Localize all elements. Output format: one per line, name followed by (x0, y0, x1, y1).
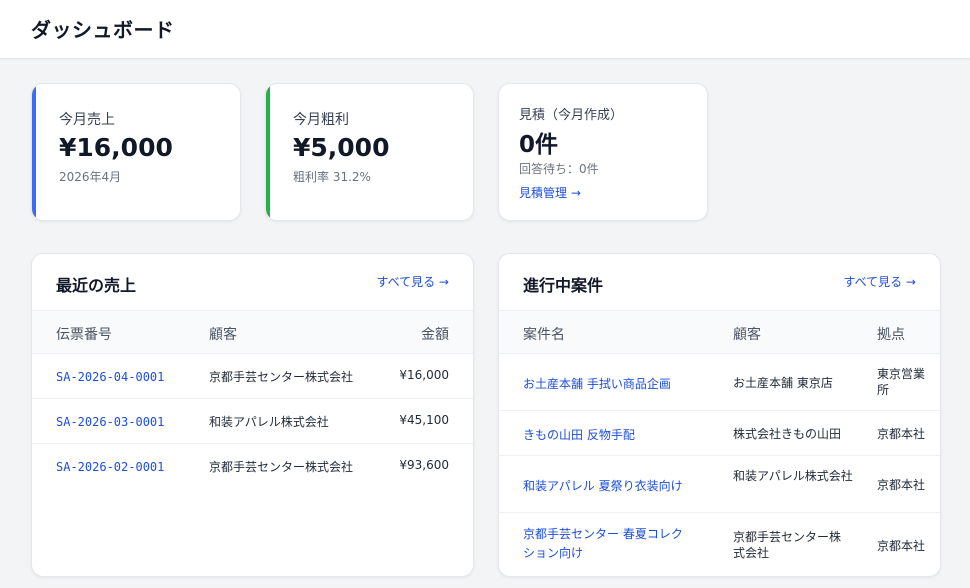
amount-cell: ¥45,100 (399, 413, 449, 427)
view-all-sales-link[interactable]: すべて見る → (376, 273, 449, 290)
panel-title: 進行中案件 (523, 276, 604, 295)
stat-value: ¥16,000 (59, 133, 173, 162)
accent-bar (266, 84, 270, 220)
recent-sales-panel: 最近の売上 すべて見る → 伝票番号 顧客 金額 SA-2026-04-0001… (31, 253, 474, 577)
panel-title: 最近の売上 (56, 276, 137, 295)
customer-cell: 株式会社きもの山田 (733, 427, 842, 441)
table-row: SA-2026-04-0001 京都手芸センター株式会社 ¥16,000 (32, 354, 473, 399)
table-row: SA-2026-03-0001 和装アパレル株式会社 ¥45,100 (32, 399, 473, 444)
stat-value: 0件 (519, 132, 559, 158)
accent-bar (32, 84, 36, 220)
table-row: SA-2026-02-0001 京都手芸センター株式会社 ¥93,600 (32, 444, 473, 489)
base-cell: 京都本社 (877, 427, 926, 441)
page-title: ダッシュボード (31, 18, 175, 42)
table-row: お土産本舗 手拭い商品企画 お土産本舗 東京店 東京営業所 (499, 354, 940, 411)
slip-link[interactable]: SA-2026-02-0001 (56, 460, 164, 474)
column-header-amount: 金額 (421, 327, 449, 343)
top-bar: ダッシュボード (0, 0, 970, 59)
stat-label: 見積（今月作成） (519, 108, 624, 123)
stat-sub: 粗利率 31.2% (293, 170, 371, 184)
quotes-manage-link[interactable]: 見積管理 → (519, 184, 581, 201)
customer-cell: 京都手芸センター株式会社 (733, 530, 842, 560)
base-cell: 京都本社 (877, 478, 926, 492)
stat-label: 今月粗利 (293, 112, 349, 128)
table-row: 京都手芸センター 春夏コレクション向け 京都手芸センター株式会社 京都本社 (499, 513, 940, 576)
column-header-name: 案件名 (523, 327, 565, 343)
view-all-projects-link[interactable]: すべて見る → (843, 273, 916, 290)
customer-cell: お土産本舗 東京店 (733, 376, 833, 390)
base-cell: 東京営業所 (877, 367, 926, 397)
panel-header: 進行中案件 すべて見る → (499, 254, 940, 310)
customer-cell: 京都手芸センター株式会社 (209, 370, 354, 384)
customer-cell: 和装アパレル株式会社 (733, 469, 853, 483)
stat-sub: 2026年4月 (59, 170, 122, 184)
project-link[interactable]: お土産本舗 手拭い商品企画 (523, 375, 713, 393)
project-link[interactable]: 和装アパレル 夏祭り衣装向け (523, 477, 713, 495)
stat-card-quotes: 見積（今月作成） 0件 回答待ち：0件 見積管理 → (498, 83, 708, 221)
amount-cell: ¥93,600 (399, 458, 449, 472)
stat-card-profit: 今月粗利 ¥5,000 粗利率 31.2% (265, 83, 474, 221)
table-header: 案件名 顧客 拠点 (499, 310, 940, 354)
column-header-customer: 顧客 (209, 327, 237, 343)
column-header-customer: 顧客 (733, 327, 761, 343)
base-cell: 京都本社 (877, 539, 926, 553)
customer-cell: 和装アパレル株式会社 (209, 415, 329, 429)
column-header-base: 拠点 (877, 327, 905, 343)
stat-value: ¥5,000 (293, 133, 390, 162)
amount-cell: ¥16,000 (399, 368, 449, 382)
slip-link[interactable]: SA-2026-04-0001 (56, 370, 164, 384)
table-row: 和装アパレル 夏祭り衣装向け 和装アパレル株式会社 京都本社 (499, 456, 940, 513)
panel-header: 最近の売上 すべて見る → (32, 254, 473, 310)
stat-card-sales: 今月売上 ¥16,000 2026年4月 (31, 83, 241, 221)
table-row: きもの山田 反物手配 株式会社きもの山田 京都本社 (499, 411, 940, 456)
stat-sub: 回答待ち：0件 (519, 162, 599, 176)
column-header-slip: 伝票番号 (56, 327, 112, 343)
customer-cell: 京都手芸センター株式会社 (209, 460, 354, 474)
project-link[interactable]: きもの山田 反物手配 (523, 426, 713, 444)
slip-link[interactable]: SA-2026-03-0001 (56, 415, 164, 429)
table-header: 伝票番号 顧客 金額 (32, 310, 473, 354)
active-projects-panel: 進行中案件 すべて見る → 案件名 顧客 拠点 お土産本舗 手拭い商品企画 お土… (498, 253, 941, 577)
stat-label: 今月売上 (59, 112, 115, 128)
project-link[interactable]: 京都手芸センター 春夏コレクション向け (523, 525, 693, 563)
